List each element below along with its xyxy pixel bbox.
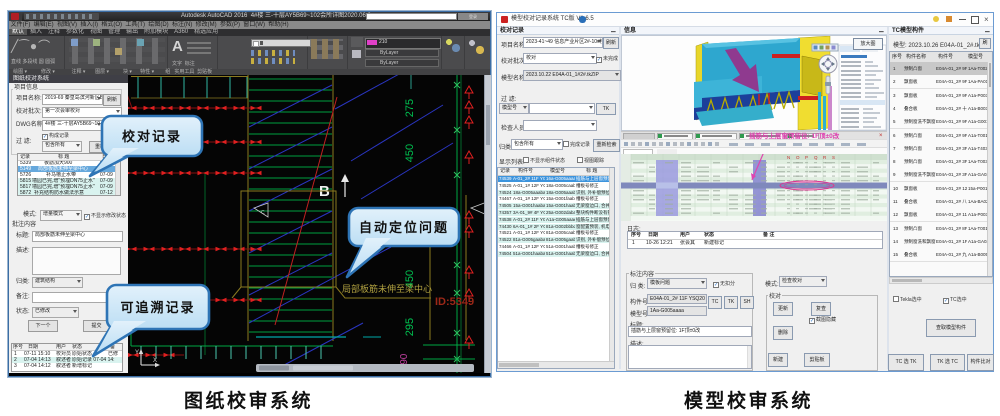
- svg-text:P: P: [805, 155, 808, 160]
- svg-text:O: O: [796, 155, 800, 160]
- svg-text:295: 295: [404, 318, 416, 336]
- svg-text:Y: Y: [135, 350, 139, 356]
- svg-text:450: 450: [404, 144, 416, 162]
- svg-text:S: S: [832, 155, 835, 160]
- svg-text:C: C: [261, 210, 265, 216]
- svg-text:N: N: [787, 155, 790, 160]
- svg-text:X: X: [153, 358, 157, 364]
- svg-text:局部板筋未伸至梁中心: 局部板筋未伸至梁中心: [342, 283, 432, 294]
- svg-text:275: 275: [404, 99, 416, 117]
- svg-text:Q: Q: [814, 155, 818, 160]
- svg-text:ID:5349: ID:5349: [435, 296, 474, 308]
